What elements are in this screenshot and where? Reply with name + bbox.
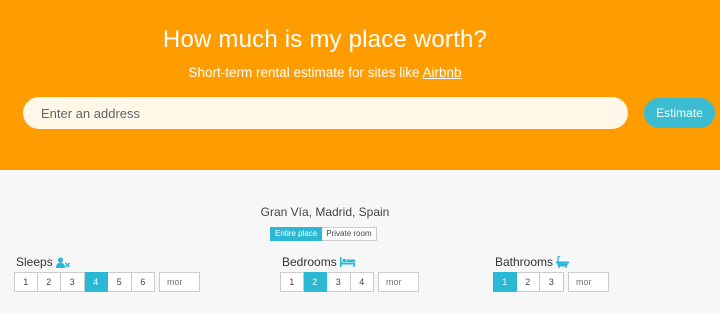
room-type-toggle: Entire place Private room: [270, 227, 377, 241]
bedrooms-label-text: Bedrooms: [282, 255, 337, 269]
sleeps-more-input[interactable]: [159, 272, 200, 292]
sleeps-label-text: Sleeps: [16, 255, 53, 269]
page-subtitle: Short-term rental estimate for sites lik…: [0, 65, 650, 80]
bedrooms-label: Bedrooms: [282, 255, 355, 269]
bathrooms-label: Bathrooms: [495, 255, 570, 269]
sleeps-option-4[interactable]: 4: [84, 272, 108, 292]
room-type-entire-place[interactable]: Entire place: [270, 227, 323, 241]
sleeps-options: 1 2 3 4 5 6: [14, 272, 155, 292]
subtitle-text: Short-term rental estimate for sites lik…: [188, 65, 423, 80]
bed-icon: [339, 257, 355, 267]
sleeps-option-2[interactable]: 2: [37, 272, 61, 292]
bathrooms-option-2[interactable]: 2: [516, 272, 540, 292]
address-input[interactable]: [23, 97, 628, 129]
bathrooms-option-1[interactable]: 1: [493, 272, 517, 292]
bedrooms-option-3[interactable]: 3: [327, 272, 351, 292]
airbnb-link[interactable]: Airbnb: [423, 65, 462, 80]
location-label: Gran Vía, Madrid, Spain: [260, 205, 390, 219]
bedrooms-option-4[interactable]: 4: [350, 272, 374, 292]
sleeps-option-3[interactable]: 3: [61, 272, 85, 292]
bedrooms-more-input[interactable]: [378, 272, 419, 292]
sleeps-group: Sleeps: [16, 255, 70, 269]
bedrooms-options: 1 2 3 4: [280, 272, 374, 292]
bedrooms-option-1[interactable]: 1: [280, 272, 304, 292]
room-type-private-room[interactable]: Private room: [322, 227, 377, 241]
users-icon: [55, 256, 70, 268]
bathrooms-option-3[interactable]: 3: [540, 272, 564, 292]
hero-banner: How much is my place worth? Short-term r…: [0, 0, 720, 170]
estimate-button[interactable]: Estimate: [644, 98, 715, 128]
page-title: How much is my place worth?: [162, 26, 488, 53]
bathrooms-options: 1 2 3: [493, 272, 564, 292]
sleeps-option-6[interactable]: 6: [131, 272, 155, 292]
bathrooms-more-input[interactable]: [568, 272, 609, 292]
sleeps-option-1[interactable]: 1: [14, 272, 38, 292]
bathtub-icon: [556, 256, 570, 268]
bathrooms-label-text: Bathrooms: [495, 255, 554, 269]
sleeps-label: Sleeps: [16, 255, 70, 269]
bedrooms-group: Bedrooms: [282, 255, 355, 269]
sleeps-option-5[interactable]: 5: [108, 272, 132, 292]
bathrooms-group: Bathrooms: [495, 255, 570, 269]
bedrooms-option-2[interactable]: 2: [303, 272, 327, 292]
